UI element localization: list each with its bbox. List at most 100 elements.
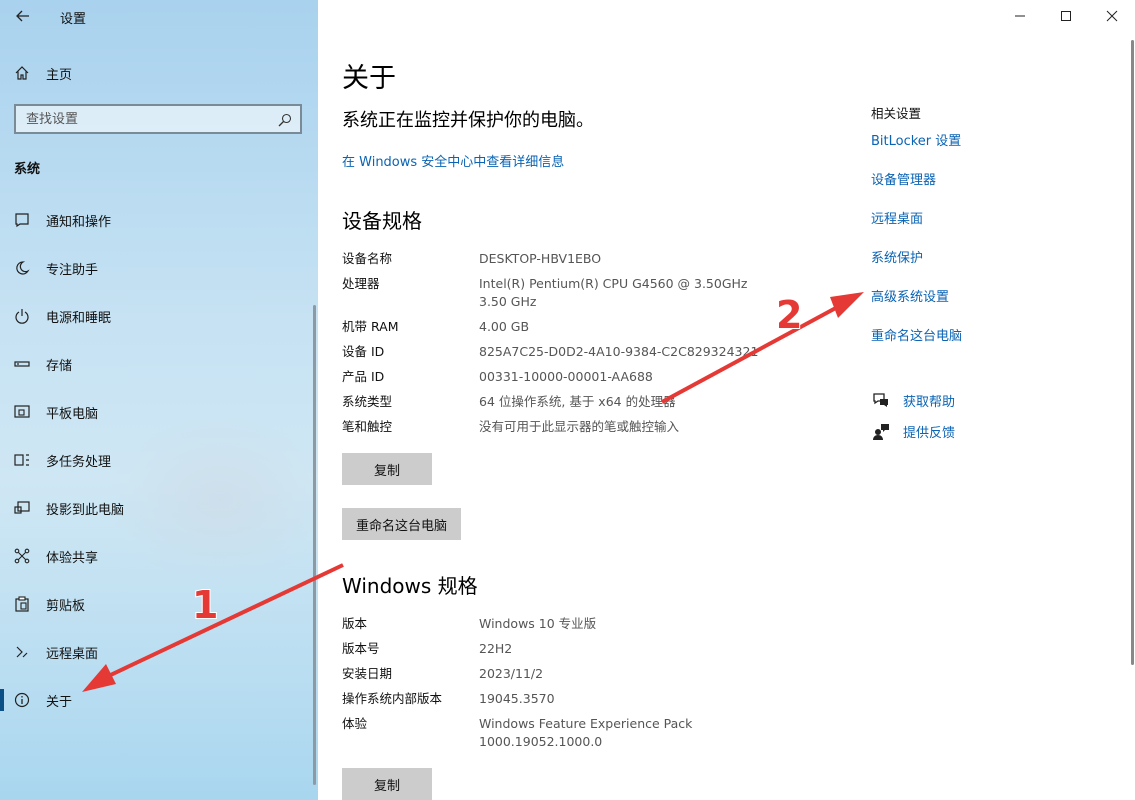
sidebar-item-home[interactable]: 主页 — [0, 58, 318, 88]
spec-key: 机带 RAM — [342, 319, 399, 334]
moon-icon — [12, 258, 32, 278]
sidebar-item-label: 体验共享 — [46, 550, 99, 566]
copy-windows-specs-button[interactable]: 复制 — [342, 768, 432, 800]
spec-row: 设备 ID 825A7C25-D0D2-4A10-9384-C2C8293243… — [342, 343, 812, 361]
sidebar-item-about[interactable]: 关于 — [0, 676, 318, 724]
get-help-label: 获取帮助 — [903, 394, 956, 410]
sidebar-item-label: 剪贴板 — [46, 598, 86, 614]
help-chat-icon — [871, 390, 891, 410]
spec-value: Intel(R) Pentium(R) CPU G4560 @ 3.50GHz … — [479, 276, 748, 309]
windows-specs-table: 版本 Windows 10 专业版 版本号 22H2 安装日期 2023/11/… — [342, 615, 812, 758]
sidebar-item-tablet[interactable]: 平板电脑 — [0, 388, 318, 436]
search-input[interactable] — [26, 111, 266, 127]
sidebar-item-power[interactable]: 电源和睡眠 — [0, 292, 318, 340]
sidebar-item-label: 存储 — [46, 358, 73, 374]
device-manager-link[interactable]: 设备管理器 — [871, 169, 936, 188]
rename-pc-link[interactable]: 重命名这台电脑 — [871, 325, 962, 344]
sidebar-item-focus-assist[interactable]: 专注助手 — [0, 244, 318, 292]
sidebar-item-shared-experiences[interactable]: 体验共享 — [0, 532, 318, 580]
sidebar-item-project[interactable]: 投影到此电脑 — [0, 484, 318, 532]
sidebar-item-multitasking[interactable]: 多任务处理 — [0, 436, 318, 484]
spec-key: 产品 ID — [342, 369, 385, 384]
sidebar-item-label: 通知和操作 — [46, 214, 112, 230]
storage-icon — [12, 354, 32, 374]
sidebar-item-remote-desktop[interactable]: 远程桌面 — [0, 628, 318, 676]
remote-desktop-link[interactable]: 远程桌面 — [871, 208, 923, 227]
back-arrow-icon — [16, 10, 29, 22]
sidebar-home-label: 主页 — [46, 67, 73, 83]
protection-status: 系统正在监控并保护你的电脑。 — [342, 110, 594, 131]
home-icon — [12, 63, 32, 83]
sidebar-scrollbar[interactable] — [313, 305, 316, 785]
spec-row: 安装日期 2023/11/2 — [342, 665, 812, 683]
spec-row: 设备名称 DESKTOP-HBV1EBO — [342, 250, 812, 268]
copy-device-specs-button[interactable]: 复制 — [342, 453, 432, 485]
remote-desktop-icon — [12, 642, 32, 662]
spec-value: DESKTOP-HBV1EBO — [479, 251, 602, 266]
spec-key: 笔和触控 — [342, 419, 393, 434]
sidebar-item-notifications[interactable]: 通知和操作 — [0, 196, 318, 244]
sidebar-item-clipboard[interactable]: 剪贴板 — [0, 580, 318, 628]
spec-key: 版本 — [342, 616, 368, 631]
feedback-person-icon — [871, 421, 891, 441]
close-button[interactable] — [1089, 0, 1135, 32]
spec-key: 体验 — [342, 716, 368, 731]
sidebar-item-label: 投影到此电脑 — [46, 502, 125, 518]
sidebar-item-label: 多任务处理 — [46, 454, 112, 470]
advanced-system-settings-link[interactable]: 高级系统设置 — [871, 286, 949, 305]
title-bar: 设置 — [0, 0, 318, 32]
main-scrollbar[interactable] — [1131, 40, 1134, 665]
spec-value: 2023/11/2 — [479, 666, 544, 681]
spec-value: 没有可用于此显示器的笔或触控输入 — [479, 419, 680, 434]
spec-key: 系统类型 — [342, 394, 393, 409]
spec-key: 处理器 — [342, 276, 380, 291]
feedback-link[interactable]: 提供反馈 — [871, 421, 955, 441]
sidebar-section-label: 系统 — [14, 162, 41, 177]
sidebar-item-label: 平板电脑 — [46, 406, 99, 422]
spec-key: 设备名称 — [342, 251, 393, 266]
rename-pc-button[interactable]: 重命名这台电脑 — [342, 508, 462, 540]
device-specs-table: 设备名称 DESKTOP-HBV1EBO 处理器 Intel(R) Pentiu… — [342, 250, 812, 443]
app-title: 设置 — [60, 12, 87, 27]
power-icon — [12, 306, 32, 326]
spec-value: Windows 10 专业版 — [479, 616, 597, 631]
spec-key: 安装日期 — [342, 666, 393, 681]
minimize-button[interactable] — [997, 0, 1043, 32]
spec-value: 19045.3570 — [479, 691, 555, 706]
spec-value: 64 位操作系统, 基于 x64 的处理器 — [479, 394, 676, 409]
get-help-link[interactable]: 获取帮助 — [871, 390, 955, 410]
spec-key: 操作系统内部版本 — [342, 691, 443, 706]
maximize-button[interactable] — [1043, 0, 1089, 32]
spec-value: 825A7C25-D0D2-4A10-9384-C2C829324321 — [479, 344, 759, 359]
spec-value: 22H2 — [479, 641, 513, 656]
bitlocker-link[interactable]: BitLocker 设置 — [871, 130, 961, 149]
device-specs-heading: 设备规格 — [342, 209, 422, 233]
spec-key: 设备 ID — [342, 344, 385, 359]
spec-row: 系统类型 64 位操作系统, 基于 x64 的处理器 — [342, 393, 812, 411]
maximize-icon — [1061, 11, 1071, 21]
search-box[interactable] — [14, 104, 302, 134]
sidebar-nav: 通知和操作 专注助手 电源和睡眠 存储 平板电脑 多任务处理 投影到此电脑 体验… — [0, 196, 318, 724]
page-title: 关于 — [342, 63, 396, 94]
project-icon — [12, 498, 32, 518]
share-icon — [12, 546, 32, 566]
system-protection-link[interactable]: 系统保护 — [871, 247, 923, 266]
sidebar-item-label: 关于 — [46, 694, 73, 710]
close-icon — [1106, 10, 1118, 22]
sidebar-item-label: 专注助手 — [46, 262, 99, 278]
security-center-link[interactable]: 在 Windows 安全中心中查看详细信息 — [342, 151, 564, 170]
search-icon[interactable] — [278, 112, 292, 131]
related-settings-title: 相关设置 — [871, 106, 922, 121]
spec-row: 版本 Windows 10 专业版 — [342, 615, 812, 633]
multitask-icon — [12, 450, 32, 470]
spec-value: 4.00 GB — [479, 319, 530, 334]
notification-icon — [12, 210, 32, 230]
sidebar-item-storage[interactable]: 存储 — [0, 340, 318, 388]
spec-row: 机带 RAM 4.00 GB — [342, 318, 812, 336]
back-button[interactable] — [10, 4, 36, 28]
sidebar-item-label: 远程桌面 — [46, 646, 99, 662]
spec-key: 版本号 — [342, 641, 380, 656]
window-controls — [997, 0, 1135, 32]
clipboard-icon — [12, 594, 32, 614]
minimize-icon — [1015, 15, 1025, 17]
